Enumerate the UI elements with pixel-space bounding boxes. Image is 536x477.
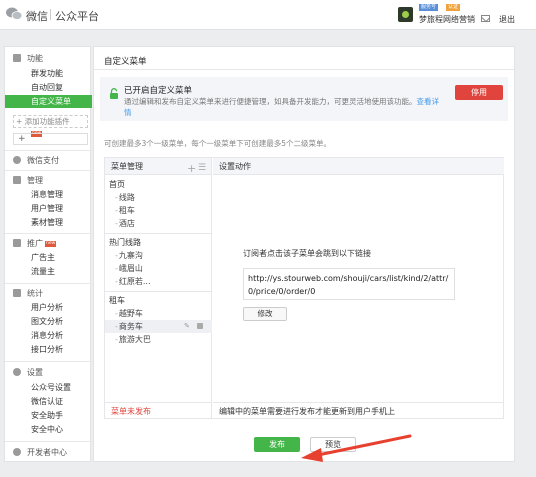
annotation-arrow bbox=[301, 434, 412, 462]
